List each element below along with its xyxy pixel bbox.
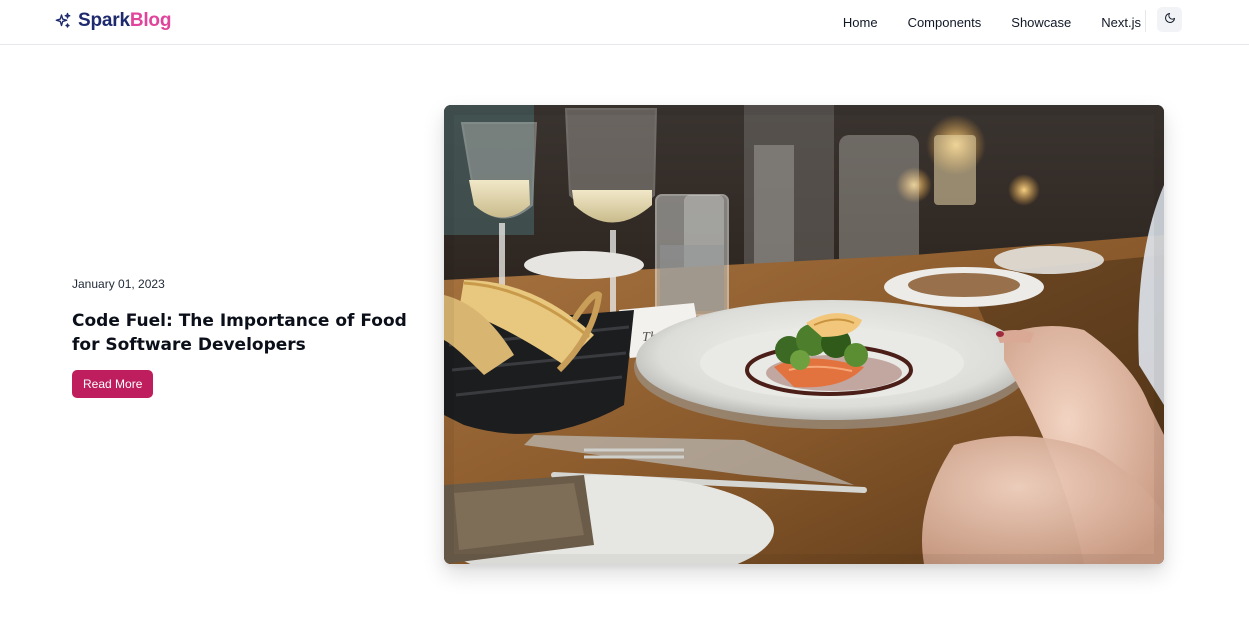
- restaurant-table-photo: Thon: [444, 105, 1164, 564]
- post-date: January 01, 2023: [72, 277, 165, 291]
- brand-name-part2: Blog: [129, 10, 172, 31]
- featured-post-image[interactable]: Thon: [444, 105, 1164, 564]
- theme-toggle-button[interactable]: [1157, 7, 1182, 32]
- read-more-button[interactable]: Read More: [72, 370, 154, 398]
- brand-name: SparkBlog: [78, 10, 171, 32]
- top-navbar: SparkBlog Home Components Showcase Next.…: [0, 0, 1249, 45]
- featured-post-info: January 01, 2023 Code Fuel: The Importan…: [72, 277, 422, 398]
- nav-link-nextjs[interactable]: Next.js: [1101, 15, 1141, 30]
- nav-link-home[interactable]: Home: [843, 15, 878, 30]
- post-title[interactable]: Code Fuel: The Importance of Food for So…: [72, 309, 422, 357]
- brand-logo-link[interactable]: SparkBlog: [54, 9, 171, 33]
- moon-icon: [1164, 11, 1176, 29]
- nav-link-components[interactable]: Components: [908, 15, 982, 30]
- main-nav: Home Components Showcase Next.js: [843, 0, 1141, 44]
- nav-divider: [1145, 10, 1146, 32]
- brand-name-part1: Spark: [78, 10, 130, 31]
- sparkles-icon: [54, 12, 72, 30]
- nav-link-showcase[interactable]: Showcase: [1011, 15, 1071, 30]
